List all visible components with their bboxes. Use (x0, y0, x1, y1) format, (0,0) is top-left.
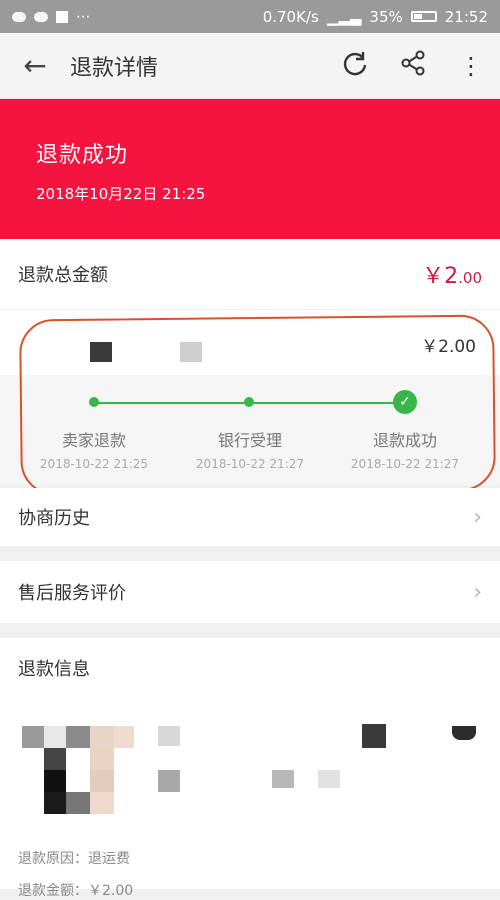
redacted-block (44, 770, 66, 792)
redacted-block (452, 726, 476, 740)
refund-reason: 退款原因：退运费 (18, 851, 130, 867)
refund-total-amount: ￥2.00 (422, 264, 482, 289)
share-icon[interactable] (384, 49, 442, 83)
refund-info-body: 退款原因：退运费 退款金额：￥2.00 (0, 698, 500, 899)
page-title: 退款详情 (70, 55, 159, 81)
redacted-block (66, 792, 90, 814)
more-options-icon[interactable]: ⋮ (442, 52, 500, 80)
redacted-block (362, 724, 386, 748)
redacted-block (44, 748, 66, 770)
after-sales-evaluation-row[interactable]: 售后服务评价 › (0, 561, 500, 623)
refund-info-title: 退款信息 (18, 659, 90, 680)
notification-icon (12, 11, 26, 22)
negotiation-history-row[interactable]: 协商历史 › (0, 488, 500, 546)
annotation-circle (19, 314, 496, 496)
app-header: ← 退款详情 ⋮ (0, 33, 500, 99)
refund-status-banner: 退款成功 2018年10月22日 21:25 (0, 99, 500, 239)
after-sales-evaluation-label: 售后服务评价 (18, 583, 126, 604)
notification-icon (56, 10, 68, 23)
notification-icon (34, 11, 48, 22)
battery-percent: 35% (369, 7, 403, 26)
battery-icon (410, 11, 437, 22)
refresh-icon[interactable] (326, 49, 384, 83)
chevron-right-icon: › (473, 579, 482, 605)
refund-total-row: 退款总金额 ￥2.00 (0, 239, 500, 309)
more-notifications-icon: ··· (76, 7, 91, 26)
status-bar-notifications: ··· (12, 8, 90, 26)
redacted-block (90, 770, 114, 792)
redacted-block (90, 748, 114, 770)
refund-time: 2018年10月22日 21:25 (36, 185, 206, 203)
redacted-block (114, 726, 134, 748)
redacted-block (272, 770, 294, 788)
redacted-block (90, 792, 114, 814)
signal-icon: ▁▂▃ (326, 7, 362, 26)
refund-info-header: 退款信息 (0, 638, 500, 698)
refund-total-label: 退款总金额 (18, 265, 108, 286)
redacted-block (158, 726, 180, 746)
clock: 21:52 (444, 7, 488, 26)
redacted-block (66, 726, 90, 748)
status-bar: ··· 0.70K/s ▁▂▃ 35% 21:52 (0, 0, 500, 33)
status-bar-system: 0.70K/s ▁▂▃ 35% 21:52 (263, 8, 488, 26)
redacted-block (44, 792, 66, 814)
chevron-right-icon: › (473, 504, 482, 530)
negotiation-history-label: 协商历史 (18, 508, 90, 529)
back-arrow-icon[interactable]: ← (0, 49, 70, 82)
refund-status: 退款成功 (36, 143, 129, 168)
redacted-block (44, 726, 66, 748)
redacted-block (158, 770, 180, 792)
redacted-block (22, 726, 44, 748)
redacted-block (318, 770, 340, 788)
refund-amount: 退款金额：￥2.00 (18, 883, 134, 899)
redacted-block (90, 726, 114, 748)
network-speed: 0.70K/s (262, 7, 319, 26)
